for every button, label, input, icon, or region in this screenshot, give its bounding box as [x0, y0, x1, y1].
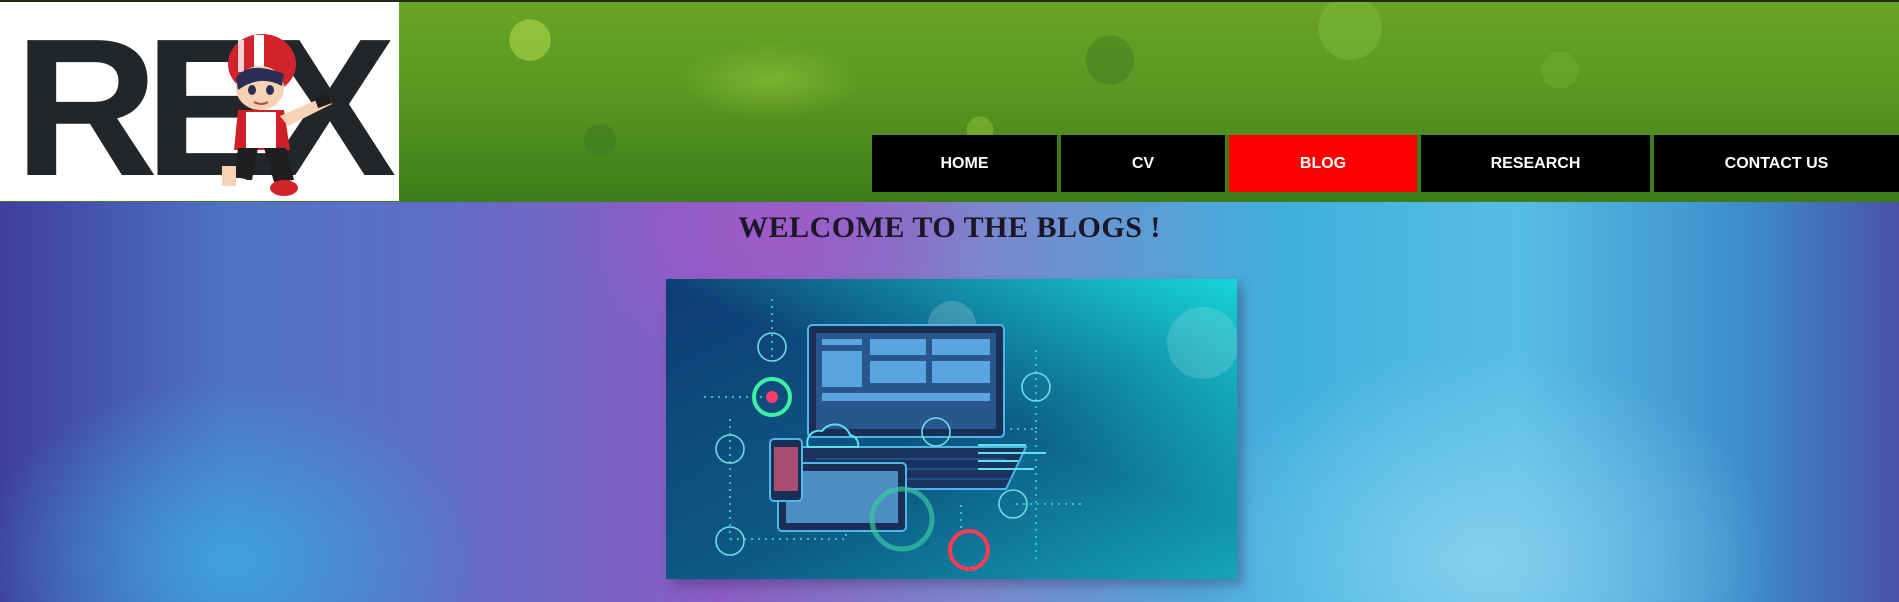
blog-hero-image	[666, 279, 1237, 579]
nav-home[interactable]: HOME	[872, 135, 1061, 192]
nav-cv[interactable]: CV	[1061, 135, 1229, 192]
site-logo[interactable]: REX	[0, 2, 399, 201]
page-title: WELCOME TO THE BLOGS !	[738, 211, 1161, 244]
nav-contact-us[interactable]: CONTACT US	[1654, 135, 1899, 192]
main-nav: HOME CV BLOG RESEARCH CONTACT US	[872, 135, 1899, 192]
nav-blog[interactable]: BLOG	[1229, 135, 1421, 192]
site-header: REX HOME CV BLOG RESEARCH CONTACT US	[0, 0, 1899, 202]
technology-illustration	[666, 279, 1237, 579]
nav-research[interactable]: RESEARCH	[1421, 135, 1654, 192]
rex-mascot-icon	[222, 34, 332, 196]
